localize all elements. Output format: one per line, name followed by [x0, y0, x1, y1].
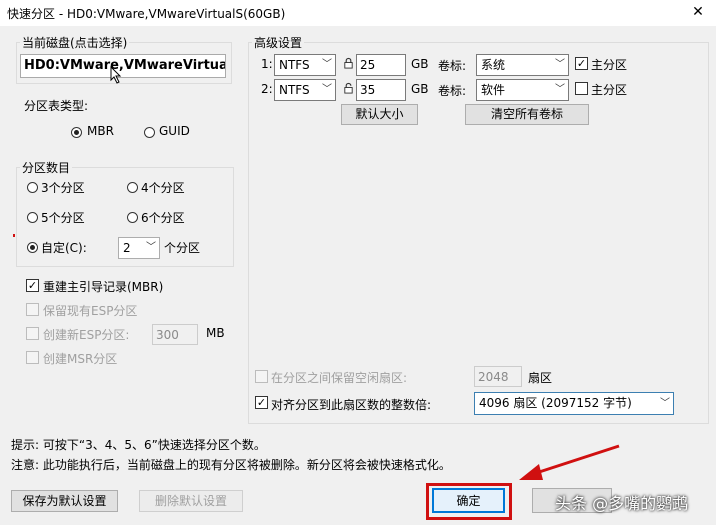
row1-fs-select[interactable]: NTFS ﹀ — [274, 54, 336, 76]
chevron-down-icon: ﹀ — [555, 59, 565, 70]
align-value: 4096 扇区 (2097152 字节) — [479, 396, 632, 410]
chevron-down-icon: ﹀ — [660, 398, 670, 409]
row2-volume-value: 软件 — [481, 83, 506, 97]
create-esp-checkbox[interactable] — [26, 327, 39, 340]
row2-index: 2: — [261, 82, 273, 96]
row2-fs-select[interactable]: NTFS ﹀ — [274, 79, 336, 101]
row2-size-unit: GB — [411, 82, 429, 96]
window-title: 快速分区 - HD0:VMware,VMwareVirtualS(60GB) — [7, 7, 286, 21]
keep-free-field[interactable]: 2048 — [474, 366, 522, 387]
radio-custom-label: 自定(C): — [41, 241, 87, 255]
chevron-down-icon: ﹀ — [555, 84, 565, 95]
chevron-down-icon: ﹀ — [322, 84, 332, 95]
delete-default-button[interactable]: 删除默认设置 — [139, 490, 243, 512]
align-checkbox[interactable]: ✓ — [255, 396, 268, 409]
radio-mbr[interactable] — [71, 127, 82, 138]
clear-labels-button[interactable]: 清空所有卷标 — [465, 104, 589, 125]
radio-mbr-label: MBR — [87, 124, 114, 138]
default-size-button[interactable]: 默认大小 — [341, 104, 418, 125]
radio-6-partitions[interactable] — [127, 212, 138, 223]
keep-free-label: 在分区之间保留空闲扇区: — [271, 371, 408, 385]
esp-size-field[interactable]: 300 — [152, 324, 198, 345]
radio-4-partitions[interactable] — [127, 182, 138, 193]
radio-4-label: 4个分区 — [141, 181, 185, 195]
custom-count-value: 2 — [123, 241, 131, 255]
row1-primary-label: 主分区 — [591, 58, 628, 72]
radio-guid-label: GUID — [159, 124, 190, 138]
title-bar: 快速分区 - HD0:VMware,VMwareVirtualS(60GB) ✕ — [0, 0, 716, 26]
tip-line-1: 提示: 可按下“3、4、5、6”快速选择分区个数。 — [11, 438, 266, 452]
align-label: 对齐分区到此扇区数的整数倍: — [271, 398, 432, 412]
row1-index: 1: — [261, 57, 273, 71]
radio-guid[interactable] — [144, 127, 155, 138]
custom-count-select[interactable]: 2 ﹀ — [118, 237, 160, 259]
row1-primary-checkbox[interactable]: ✓ — [575, 57, 588, 70]
sector-unit-label: 扇区 — [528, 371, 553, 385]
radio-5-label: 5个分区 — [41, 211, 85, 225]
red-mark — [13, 234, 15, 237]
table-type-label: 分区表类型: — [24, 99, 89, 113]
disk-select-field[interactable]: HD0:VMware,VMwareVirtualS( — [20, 54, 226, 78]
keep-free-checkbox[interactable] — [255, 370, 268, 383]
row2-primary-checkbox[interactable] — [575, 82, 588, 95]
create-esp-label: 创建新ESP分区: — [43, 328, 130, 342]
radio-5-partitions[interactable] — [27, 212, 38, 223]
row1-size-unit: GB — [411, 57, 429, 71]
chevron-down-icon: ﹀ — [146, 242, 156, 253]
custom-count-unit: 个分区 — [164, 241, 201, 255]
create-msr-checkbox[interactable] — [26, 351, 39, 364]
save-default-button[interactable]: 保存为默认设置 — [11, 490, 118, 512]
row2-fs-value: NTFS — [279, 83, 310, 97]
create-msr-label: 创建MSR分区 — [43, 352, 118, 366]
align-select[interactable]: 4096 扇区 (2097152 字节) ﹀ — [474, 392, 674, 415]
lock-icon[interactable] — [343, 57, 354, 69]
radio-custom[interactable] — [27, 242, 38, 253]
advanced-group-label: 高级设置 — [252, 34, 305, 51]
row1-size-field[interactable]: 25 — [356, 54, 406, 76]
row1-volume-value: 系统 — [481, 58, 506, 72]
tip-line-2: 注意: 此功能执行后，当前磁盘上的现有分区将被删除。新分区将会被快速格式化。 — [11, 458, 451, 472]
disk-group-label: 当前磁盘(点击选择) — [20, 34, 130, 51]
chevron-down-icon: ﹀ — [322, 59, 332, 70]
radio-6-label: 6个分区 — [141, 211, 185, 225]
unlock-icon[interactable] — [343, 82, 354, 94]
row1-fs-value: NTFS — [279, 58, 310, 72]
rebuild-mbr-checkbox[interactable]: ✓ — [26, 279, 39, 292]
watermark-text: 头条 @多嘴的鹦鹉 — [555, 494, 689, 513]
row2-size-field[interactable]: 35 — [356, 79, 406, 101]
row2-primary-label: 主分区 — [591, 83, 628, 97]
radio-3-partitions[interactable] — [27, 182, 38, 193]
keep-esp-checkbox[interactable] — [26, 303, 39, 316]
close-icon[interactable]: ✕ — [686, 2, 710, 22]
ok-button-highlight — [426, 483, 512, 520]
rebuild-mbr-label: 重建主引导记录(MBR) — [43, 280, 164, 294]
esp-size-unit: MB — [206, 326, 225, 340]
row1-volume-label: 卷标: — [438, 59, 467, 73]
partition-count-label: 分区数目 — [20, 159, 73, 176]
mouse-cursor-icon — [110, 66, 122, 84]
row2-volume-label: 卷标: — [438, 84, 467, 98]
keep-esp-label: 保留现有ESP分区 — [43, 304, 138, 318]
row1-volume-select[interactable]: 系统 ﹀ — [476, 54, 569, 76]
radio-3-label: 3个分区 — [41, 181, 85, 195]
row2-volume-select[interactable]: 软件 ﹀ — [476, 79, 569, 101]
